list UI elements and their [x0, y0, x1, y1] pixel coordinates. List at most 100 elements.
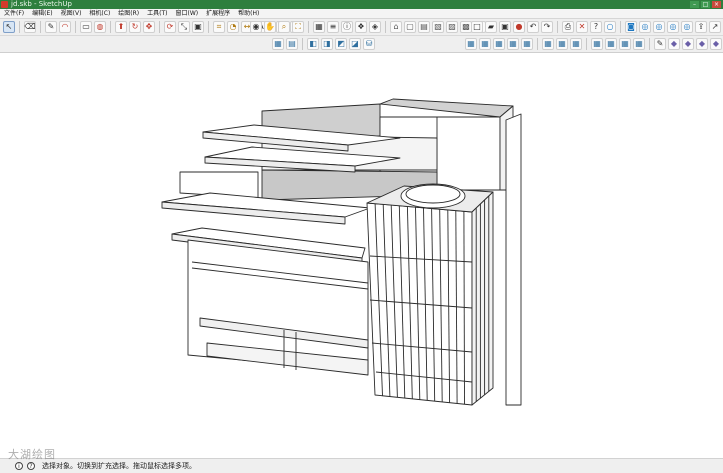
follow-me-button[interactable]: ↻ — [129, 21, 141, 33]
hidden-line-button[interactable]: ▦ — [570, 38, 582, 50]
entity-info-icon: ⓘ — [343, 22, 351, 31]
orbit-button[interactable]: ◉ — [250, 21, 262, 33]
section-cut-button[interactable]: ◆ — [682, 38, 694, 50]
help-icon: ? — [593, 22, 599, 31]
textured-button[interactable]: ▦ — [605, 38, 617, 50]
rotate-button[interactable]: ⟳ — [164, 21, 176, 33]
soften-button[interactable]: ▦ — [465, 38, 477, 50]
share-button[interactable]: ↗ — [709, 21, 721, 33]
save-button[interactable]: ▣ — [499, 21, 511, 33]
solid-subtract-button[interactable]: ◨ — [321, 38, 333, 50]
location-button[interactable]: ◎ — [681, 21, 693, 33]
database-button[interactable]: ⛁ — [363, 38, 375, 50]
section-fill-button[interactable]: ◆ — [668, 38, 680, 50]
menu-window[interactable]: 窗口(W) — [172, 9, 203, 18]
group-button[interactable]: ▦ — [272, 38, 284, 50]
menu-camera[interactable]: 相机(C) — [85, 9, 114, 18]
help-icon[interactable]: ? — [27, 462, 35, 470]
open-folder-button[interactable]: ▰ — [485, 21, 497, 33]
paint-brush-button[interactable]: ✎ — [654, 38, 666, 50]
minimize-button[interactable]: – — [690, 1, 699, 8]
materials-button[interactable]: ◈ — [369, 21, 381, 33]
menu-view[interactable]: 视图(V) — [57, 9, 86, 18]
extension-button[interactable]: ◎ — [667, 21, 679, 33]
stop-button[interactable]: ● — [513, 21, 525, 33]
back-edges-icon: ▦ — [635, 39, 643, 48]
undo-button[interactable]: ↶ — [527, 21, 539, 33]
menu-extensions[interactable]: 扩展程序 — [202, 9, 234, 18]
new-file-icon: □ — [473, 22, 481, 31]
shaded-button[interactable]: ▦ — [591, 38, 603, 50]
offset-button[interactable]: ▣ — [192, 21, 204, 33]
paint-bucket-button[interactable]: ◍ — [94, 21, 106, 33]
shadow-button[interactable]: ▦ — [479, 38, 491, 50]
print-button[interactable]: ⎙ — [562, 21, 574, 33]
paint-bucket-icon: ◍ — [96, 22, 104, 31]
info-icon[interactable]: i — [15, 462, 23, 470]
tape-measure-button[interactable]: ⌗ — [213, 21, 225, 33]
display-section-button[interactable]: ◆ — [696, 38, 708, 50]
top-view-button[interactable]: ▢ — [404, 21, 416, 33]
wireframe-icon: ▦ — [558, 39, 566, 48]
push-pull-button[interactable]: ⬆ — [115, 21, 127, 33]
open-folder-icon: ▰ — [487, 22, 495, 31]
iso-view-button[interactable]: ⌂ — [390, 21, 402, 33]
maximize-button[interactable]: □ — [701, 1, 710, 8]
close-button[interactable]: × — [712, 1, 721, 8]
toolbar-separator — [19, 21, 20, 33]
solid-split-button[interactable]: ◪ — [349, 38, 361, 50]
back-view-button[interactable]: ▨ — [446, 21, 458, 33]
upload-button[interactable]: ⇪ — [695, 21, 707, 33]
eraser-button[interactable]: ⌫ — [24, 21, 36, 33]
menu-tools[interactable]: 工具(T) — [143, 9, 171, 18]
window-controls: – □ × — [690, 1, 721, 8]
orbit-icon: ◉ — [252, 22, 260, 31]
menu-help[interactable]: 帮助(H) — [234, 9, 263, 18]
zoom-extents-button[interactable]: ⛶ — [292, 21, 304, 33]
pencil-line-button[interactable]: ✎ — [45, 21, 57, 33]
zoom-extents-icon: ⛶ — [295, 22, 301, 31]
face-style-button[interactable]: ◆ — [710, 38, 722, 50]
watermark-text: 大湖绘图 — [8, 448, 56, 461]
arc-button[interactable]: ◠ — [59, 21, 71, 33]
monochrome-button[interactable]: ▦ — [619, 38, 631, 50]
match-photo-button[interactable]: ▦ — [507, 38, 519, 50]
model-viewport[interactable] — [0, 53, 723, 458]
styles-button[interactable]: ▦ — [313, 21, 325, 33]
entity-info-button[interactable]: ⓘ — [341, 21, 353, 33]
camera-button[interactable]: ◙ — [625, 21, 637, 33]
menu-draw[interactable]: 绘图(R) — [114, 9, 143, 18]
menu-edit[interactable]: 编辑(E) — [28, 9, 56, 18]
right-view-button[interactable]: ▧ — [432, 21, 444, 33]
solid-subtract-icon: ◨ — [323, 39, 331, 48]
select-cursor-button[interactable]: ↖ — [3, 21, 15, 33]
database-icon: ⛁ — [365, 39, 373, 48]
warehouse-button[interactable]: ◎ — [653, 21, 665, 33]
solid-union-button[interactable]: ◧ — [307, 38, 319, 50]
materials-icon: ◈ — [371, 22, 379, 31]
outliner-button[interactable]: ▤ — [286, 38, 298, 50]
delete-button[interactable]: ✕ — [576, 21, 588, 33]
front-view-button[interactable]: ▤ — [418, 21, 430, 33]
pan-button[interactable]: ✋ — [264, 21, 276, 33]
back-edges-button[interactable]: ▦ — [633, 38, 645, 50]
redo-button[interactable]: ↷ — [541, 21, 553, 33]
scale-button[interactable]: ⤡ — [178, 21, 190, 33]
menu-file[interactable]: 文件(F) — [0, 9, 28, 18]
fog-button[interactable]: ▦ — [493, 38, 505, 50]
layers-button[interactable]: ≡ — [327, 21, 339, 33]
shapes-button[interactable]: ▭ — [80, 21, 92, 33]
section-fill-icon: ◆ — [670, 39, 678, 48]
move-button[interactable]: ✥ — [143, 21, 155, 33]
components-button[interactable]: ❖ — [355, 21, 367, 33]
protractor-button[interactable]: ◔ — [227, 21, 239, 33]
circle-button[interactable]: ○ — [604, 21, 616, 33]
zoom-button[interactable]: ⌕ — [278, 21, 290, 33]
solid-trim-button[interactable]: ◩ — [335, 38, 347, 50]
edge-style-button[interactable]: ▦ — [521, 38, 533, 50]
globe-button[interactable]: ◎ — [639, 21, 651, 33]
wireframe-button[interactable]: ▦ — [556, 38, 568, 50]
new-file-button[interactable]: □ — [471, 21, 483, 33]
xray-button[interactable]: ▦ — [542, 38, 554, 50]
help-button[interactable]: ? — [590, 21, 602, 33]
